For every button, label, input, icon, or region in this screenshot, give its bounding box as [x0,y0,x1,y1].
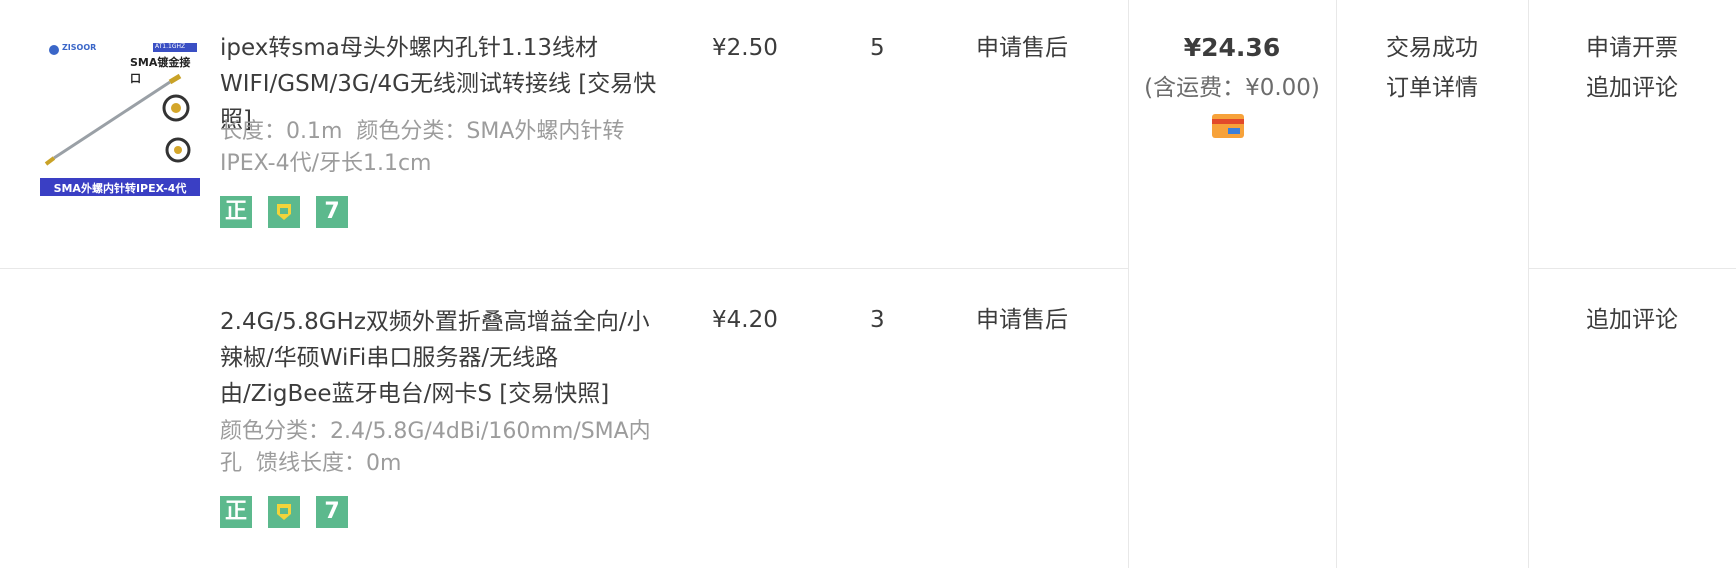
add-review-link[interactable]: 追加评论 [1528,70,1736,106]
thumbnail-tag: AT1.1GHZ [155,43,186,50]
add-review-link[interactable]: 追加评论 [1528,302,1736,338]
product-sku: 长度：0.1m 颜色分类：SMA外螺内针转IPEX-4代/牙长1.1cm [220,116,660,180]
seven-day-return-badge-icon[interactable]: 7 [316,196,348,228]
genuine-badge-icon[interactable]: 正 [220,496,252,528]
product-title: 2.4G/5.8GHz双频外置折叠高增益全向/小辣椒/华硕WiFi串口服务器/无… [220,304,660,412]
guarantee-badge-icon[interactable] [268,496,300,528]
row-divider [0,268,1128,269]
order-detail-link[interactable]: 订单详情 [1336,70,1528,106]
row-divider [1528,268,1736,269]
after-sale-link[interactable]: 申请售后 [976,302,1068,338]
shipping-fee: (含运费：¥0.00) [1144,75,1320,101]
unit-price: ¥2.50 [712,35,778,61]
quantity: 5 [870,35,885,61]
product-thumbnail[interactable]: ZISOOR AT1.1GHZ SMA镀金接口 SMA外螺内针转IPEX-4代 [40,40,200,196]
after-sale-link[interactable]: 申请售后 [976,30,1068,66]
thumbnail-brand: ZISOOR [62,43,97,52]
thumbnail-caption: SMA外螺内针转IPEX-4代 [53,182,187,195]
sku-length: 长度：0.1m [220,119,343,144]
card-payment-icon[interactable] [1212,114,1244,138]
unit-price: ¥4.20 [712,307,778,333]
service-badges: 正 7 [220,496,348,528]
order-total: ¥24.36 [1183,33,1281,62]
product-sku: 颜色分类：2.4/5.8G/4dBi/160mm/SMA内孔 馈线长度：0m [220,416,660,480]
quantity: 3 [870,307,885,333]
order-status: 交易成功 [1386,35,1478,61]
service-badges: 正 7 [220,196,348,228]
invoice-link[interactable]: 申请开票 [1528,30,1736,66]
snapshot-link[interactable]: [交易快照] [499,381,609,407]
product-title-link[interactable]: ipex转sma母头外螺内孔针1.13线材WIFI/GSM/3G/4G无线测试转… [220,35,598,97]
guarantee-badge-icon[interactable] [268,196,300,228]
seven-day-return-badge-icon[interactable]: 7 [316,496,348,528]
thumbnail-heading: SMA镀金接口 [130,56,191,85]
sku-cable-length: 馈线长度：0m [256,451,402,476]
genuine-badge-icon[interactable]: 正 [220,196,252,228]
